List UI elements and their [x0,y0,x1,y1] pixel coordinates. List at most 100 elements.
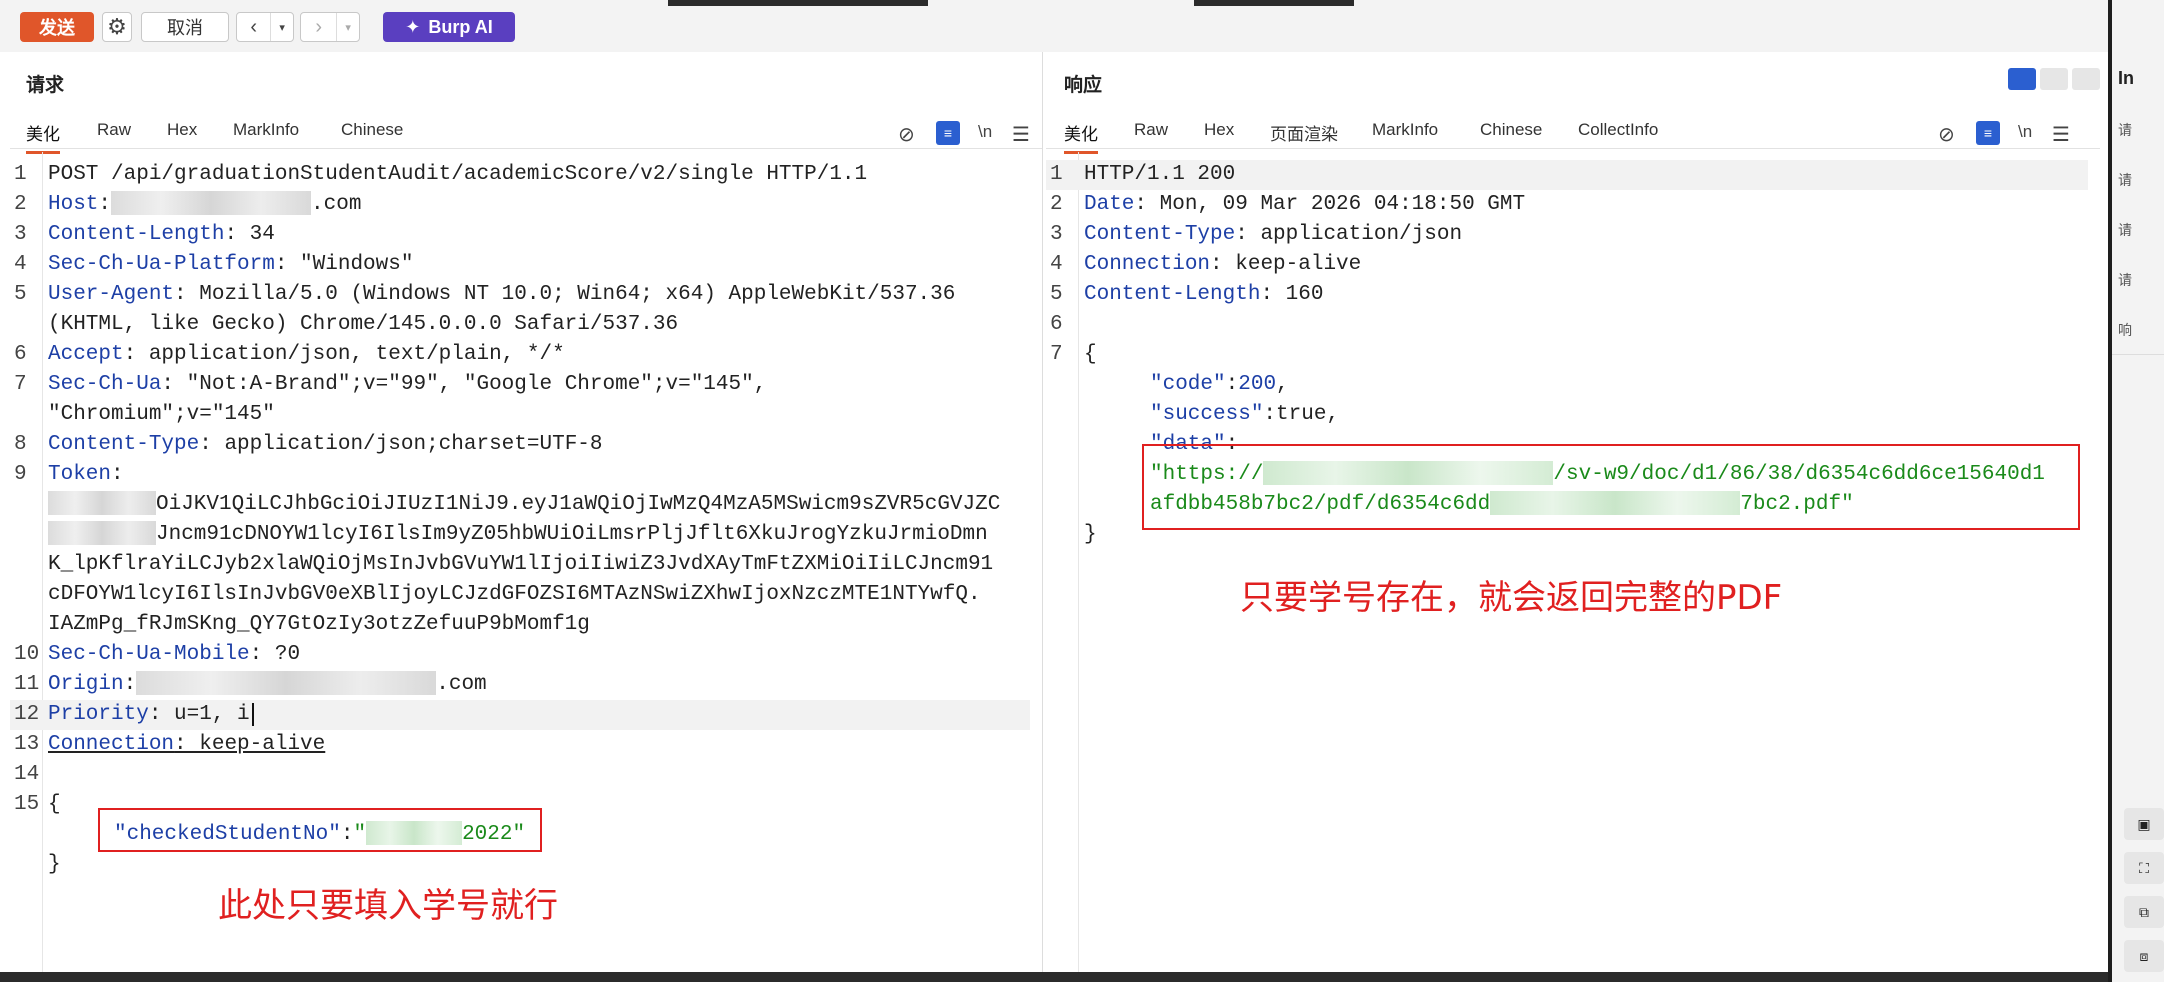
window-strip [1194,0,1354,6]
code-line: 10 Sec-Ch-Ua-Mobile: ?0 [14,643,301,666]
side-panel: In 请 请 请 请 响 ▣ ⛶ ⧉ ⧈ [2108,0,2164,982]
copy-icon[interactable]: ⧈ [2124,940,2164,972]
text-cursor [251,703,254,726]
tab-chinese[interactable]: Chinese [341,120,403,146]
hide-icon[interactable]: ⊘ [898,122,915,147]
code-line: "code":200, [1150,373,1289,396]
wrap-icon[interactable]: ≡ [936,121,960,145]
code-line: 7 Sec-Ch-Ua: "Not:A-Brand";v="99", "Googl… [14,373,767,396]
request-title: 请求 [26,75,65,96]
cancel-button[interactable]: 取消 [141,12,229,42]
tab-hex[interactable]: Hex [1204,120,1234,146]
code-line: IAZmPg_fRJmSKng_QY7GtOzIy3otzZefuuP9bMom… [48,613,590,636]
code-line: cDFOYW1lcyI6IlsInJvbGV0eXBlIjoyLCJzdGFOZ… [48,583,981,606]
chevron-left-icon[interactable]: ‹ [237,13,272,41]
code-line: 7{ [1050,343,1097,366]
side-divider [2108,0,2112,982]
code-line: "success":true, [1150,403,1340,426]
response-tabs: 美化 Raw Hex 页面渲染 MarkInfo Chinese Collect… [1046,116,2100,154]
code-line: OiJKV1QiLCJhbGciOiJIUzI1NiJ9.eyJ1aWQiOjI… [10,490,1030,520]
side-item[interactable]: 请 [2118,270,2132,290]
code-line: 3 Content-Type: application/json [1050,223,1463,246]
side-panel-title: In [2118,68,2134,88]
tab-markinfo[interactable]: MarkInfo [1372,120,1438,146]
window-strip [668,0,928,6]
tab-prettify[interactable]: 美化 [1064,120,1098,154]
code-line: 8 Content-Type: application/json;charset=… [14,433,603,456]
code-line: 4 Connection: keep-alive [1050,253,1362,276]
redacted-token [48,491,156,516]
sparkle-icon: ✦ [405,16,421,37]
code-line: K_lpKflraYiLCJyb2xlaWQiOjMsInJvbGVuYW1lI… [48,553,994,576]
hide-icon[interactable]: ⊘ [1938,122,1955,147]
code-line-current: 1 HTTP/1.1 200 [1046,160,2088,190]
tab-hex[interactable]: Hex [167,120,197,146]
code-line: "Chromium";v="145" [48,403,275,426]
layout-rows-icon[interactable] [2040,68,2068,90]
top-toolbar: 发送 ⚙ 取消 ‹ ▾ › ▾ ✦ Burp AI [0,0,2108,52]
menu-icon[interactable]: ☰ [1012,122,1030,147]
response-title: 响应 [1064,75,1103,96]
request-panel: 请求 美化 Raw Hex MarkInfo Chinese ⊘ ≡ \n ☰ … [10,52,1043,972]
code-line: } [48,853,61,876]
side-separator [2112,354,2164,355]
code-line: (KHTML, like Gecko) Chrome/145.0.0.0 Saf… [48,313,679,336]
side-item[interactable]: 请 [2118,170,2132,190]
side-item[interactable]: 请 [2118,220,2132,240]
code-line: 5 Content-Length: 160 [1050,283,1324,306]
response-panel: 响应 美化 Raw Hex 页面渲染 MarkInfo Chinese Coll… [1046,52,2100,972]
redacted-token [48,521,156,546]
request-editor[interactable]: 1 POST /api/graduationStudentAudit/academ… [10,152,1042,972]
code-line: 14 [14,763,40,786]
newline-toggle[interactable]: \n [2018,122,2032,142]
tab-prettify[interactable]: 美化 [26,120,60,154]
newline-toggle[interactable]: \n [978,122,992,142]
highlight-box [98,808,542,852]
tab-chinese[interactable]: Chinese [1480,120,1542,146]
wrap-icon[interactable]: ≡ [1976,121,2000,145]
history-forward-group[interactable]: › ▾ [300,12,360,42]
code-line: 6 [1050,313,1063,336]
code-line: 2 Date: Mon, 09 Mar 2026 04:18:50 GMT [1050,193,1526,216]
translate-icon[interactable]: ⧉ [2124,896,2164,928]
code-line: 3 Content-Length: 34 [14,223,275,246]
tab-collectinfo[interactable]: CollectInfo [1578,120,1658,146]
bottom-strip [0,972,2108,982]
layout-split-icon[interactable] [2008,68,2036,90]
tab-raw[interactable]: Raw [97,120,131,146]
request-annotation: 此处只要填入学号就行 [218,886,558,926]
redacted-origin [136,671,437,696]
tab-raw[interactable]: Raw [1134,120,1168,146]
chevron-down-icon[interactable]: ▾ [271,13,293,41]
code-line: 4 Sec-Ch-Ua-Platform: "Windows" [14,253,414,276]
menu-icon[interactable]: ☰ [2052,122,2070,147]
code-line-current: 12 Priority: u=1, i [10,700,1030,730]
chevron-right-icon[interactable]: › [301,13,338,41]
tab-render[interactable]: 页面渲染 [1270,120,1338,151]
burp-ai-button[interactable]: ✦ Burp AI [383,12,515,42]
redacted-host [111,191,312,216]
tab-markinfo[interactable]: MarkInfo [233,120,299,146]
burp-ai-label: Burp AI [428,16,493,37]
send-button[interactable]: 发送 [20,12,94,42]
code-line: 13 Connection: keep-alive [14,733,326,756]
side-item[interactable]: 请 [2118,120,2132,140]
code-line: 5 User-Agent: Mozilla/5.0 (Windows NT 10.… [14,283,956,306]
layout-toggle [2008,68,2100,90]
highlight-box [1142,444,2080,530]
code-line: 11 Origin: .com [14,671,487,696]
code-line: 6 Accept: application/json, text/plain, *… [14,343,565,366]
scan-icon[interactable]: ⛶ [2124,852,2164,884]
gear-icon[interactable]: ⚙ [102,12,132,42]
code-line: 1 POST /api/graduationStudentAudit/academ… [14,163,868,186]
code-line: 9 Token: [14,463,124,486]
chevron-down-icon[interactable]: ▾ [337,13,359,41]
code-line: Jncm91cDNOYW1lcyI6IlsIm9yZ05hbWUiOiLmsrP… [10,520,1030,550]
image-icon[interactable]: ▣ [2124,808,2164,840]
response-annotation: 只要学号存在，就会返回完整的PDF [1240,578,1783,618]
layout-single-icon[interactable] [2072,68,2100,90]
side-item[interactable]: 响 [2118,320,2132,340]
response-editor[interactable]: 1 HTTP/1.1 200 2 Date: Mon, 09 Mar 2026 04… [1046,152,2100,972]
code-line: 2 Host: .com [14,191,362,216]
history-back-group[interactable]: ‹ ▾ [236,12,294,42]
